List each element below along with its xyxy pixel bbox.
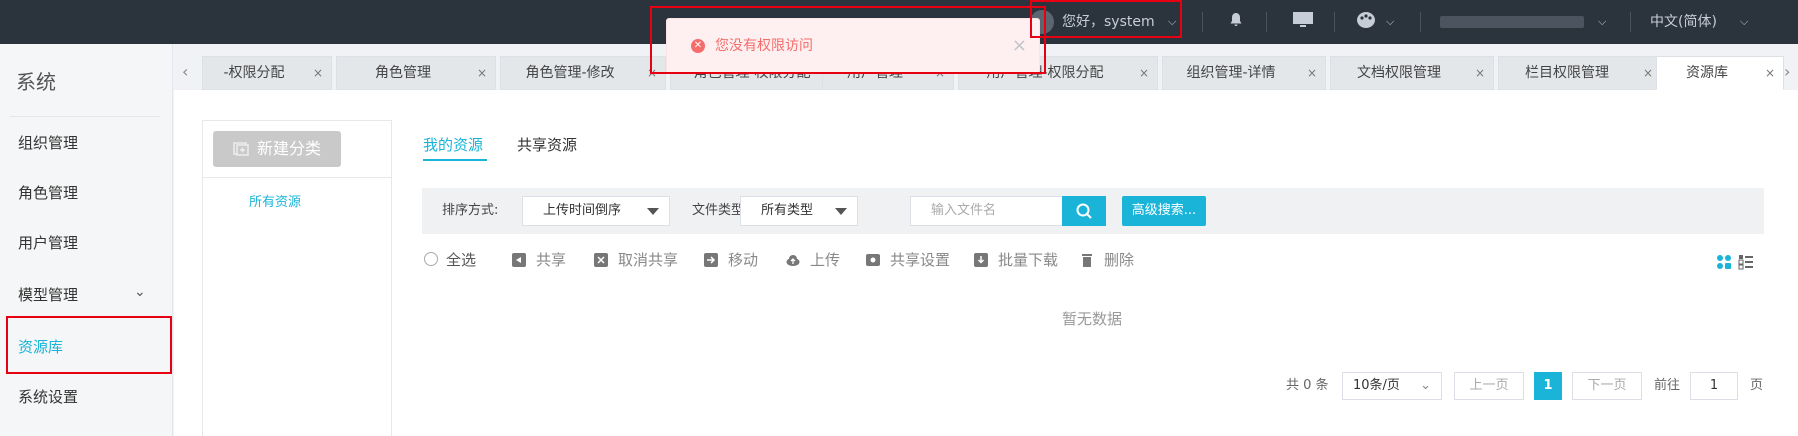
cancel-share-button[interactable]: 取消共享 [594, 250, 678, 270]
tab-column-permission[interactable]: 栏目权限管理 × [1498, 56, 1662, 90]
caret-down-icon [835, 208, 847, 215]
divider [10, 116, 160, 117]
divider [1202, 12, 1203, 32]
search-icon [1076, 203, 1092, 219]
divider [1334, 12, 1335, 32]
close-icon[interactable]: × [313, 57, 323, 89]
close-icon[interactable]: × [1765, 57, 1775, 89]
move-icon [704, 253, 718, 267]
category-all-resources[interactable]: 所有资源 [249, 191, 301, 210]
tab-doc-permission[interactable]: 文档权限管理 × [1330, 56, 1494, 90]
language-selector[interactable]: 中文(简体) [1650, 0, 1717, 44]
tab-permission[interactable]: -权限分配 × [202, 56, 332, 90]
tab-my-resources[interactable]: 我的资源 [423, 134, 483, 155]
page-suffix: 页 [1750, 378, 1764, 393]
folder-add-icon [233, 142, 249, 156]
trash-icon [1082, 254, 1092, 267]
new-category-button[interactable]: 新建分类 [213, 131, 341, 167]
sort-label: 排序方式: [442, 203, 499, 218]
close-icon[interactable]: × [477, 57, 487, 89]
tab-shared-resources[interactable]: 共享资源 [517, 134, 577, 155]
sort-select[interactable]: 上传时间倒序 [522, 196, 670, 226]
sidebar-item-user[interactable]: 用户管理 [18, 232, 78, 253]
caret-down-icon [647, 208, 659, 215]
list-view-icon[interactable] [1738, 254, 1754, 274]
filter-bar: 排序方式: 上传时间倒序 文件类型: 所有类型 输入文件名 高级搜索... [422, 188, 1764, 234]
sidebar-item-org[interactable]: 组织管理 [18, 132, 78, 153]
sidebar-item-model[interactable]: 模型管理 [18, 284, 78, 305]
chevron-down-icon[interactable]: ⌵ [1386, 0, 1394, 44]
batch-download-button[interactable]: 批量下载 [974, 250, 1058, 270]
advanced-search-button[interactable]: 高级搜索... [1122, 196, 1206, 226]
tab-role-edit[interactable]: 角色管理-修改 × [500, 56, 666, 90]
cancel-share-icon [594, 253, 608, 267]
share-settings-icon [866, 254, 880, 266]
page-size-select[interactable]: 10条/页 ⌄ [1342, 372, 1442, 400]
file-type-select[interactable]: 所有类型 [740, 196, 858, 226]
share-icon [512, 253, 526, 267]
close-icon[interactable]: × [1139, 57, 1149, 89]
filename-search-input[interactable]: 输入文件名 [910, 196, 1064, 226]
divider [203, 177, 391, 178]
monitor-icon[interactable] [1292, 0, 1314, 44]
chevron-down-icon: ⌄ [1420, 378, 1431, 393]
prev-page-button[interactable]: 上一页 [1454, 372, 1524, 400]
goto-label: 前往 [1654, 378, 1681, 393]
cloud-upload-icon [786, 255, 800, 266]
tab-resource-library[interactable]: 资源库 × [1656, 56, 1784, 90]
bell-icon[interactable] [1228, 0, 1244, 44]
search-button[interactable] [1062, 196, 1106, 226]
tab-scroll-right-icon[interactable]: › [1784, 62, 1790, 81]
tab-role-management[interactable]: 角色管理 × [336, 56, 496, 90]
next-page-button[interactable]: 下一页 [1572, 372, 1642, 400]
blurred-account-info[interactable] [1440, 16, 1584, 28]
close-icon[interactable]: × [1643, 57, 1653, 89]
goto-page-input[interactable]: 1 [1690, 372, 1738, 400]
select-all-checkbox[interactable]: 全选 [424, 250, 476, 270]
close-icon[interactable]: × [1475, 57, 1485, 89]
chevron-down-icon[interactable]: ⌄ [134, 284, 146, 300]
category-panel: 新建分类 所有资源 [202, 120, 392, 436]
sidebar-item-role[interactable]: 角色管理 [18, 182, 78, 203]
active-tab-underline [423, 159, 487, 161]
highlight-box-user [1030, 0, 1182, 38]
close-icon[interactable]: × [1307, 57, 1317, 89]
divider [1420, 12, 1421, 32]
empty-state-text: 暂无数据 [1062, 310, 1123, 328]
delete-button[interactable]: 删除 [1080, 250, 1134, 270]
divider [1630, 12, 1631, 32]
highlight-box-sidebar [6, 316, 172, 374]
sidebar-item-settings[interactable]: 系统设置 [18, 386, 78, 407]
palette-icon[interactable] [1356, 0, 1376, 44]
download-icon [974, 253, 988, 267]
sidebar-title: 系统 [16, 70, 56, 94]
share-settings-button[interactable]: 共享设置 [866, 250, 950, 270]
page-1-button[interactable]: 1 [1534, 372, 1562, 400]
chevron-down-icon[interactable]: ⌵ [1598, 0, 1606, 44]
new-category-label: 新建分类 [257, 139, 322, 158]
total-count: 共 0 条 [1286, 378, 1329, 393]
share-button[interactable]: 共享 [512, 250, 566, 270]
tab-org-detail[interactable]: 组织管理-详情 × [1162, 56, 1326, 90]
chevron-down-icon[interactable]: ⌵ [1740, 0, 1748, 44]
main-content: 新建分类 所有资源 我的资源 共享资源 排序方式: 上传时间倒序 文件类型: 所… [174, 90, 1798, 436]
radio-icon [424, 252, 438, 266]
grid-view-icon[interactable] [1716, 254, 1732, 274]
upload-button[interactable]: 上传 [786, 250, 840, 270]
highlight-box-notification [650, 6, 1046, 74]
sidebar: 系统 组织管理 角色管理 用户管理 模型管理 ⌄ 资源库 系统设置 [0, 44, 173, 436]
move-button[interactable]: 移动 [704, 250, 758, 270]
divider [1266, 12, 1267, 32]
